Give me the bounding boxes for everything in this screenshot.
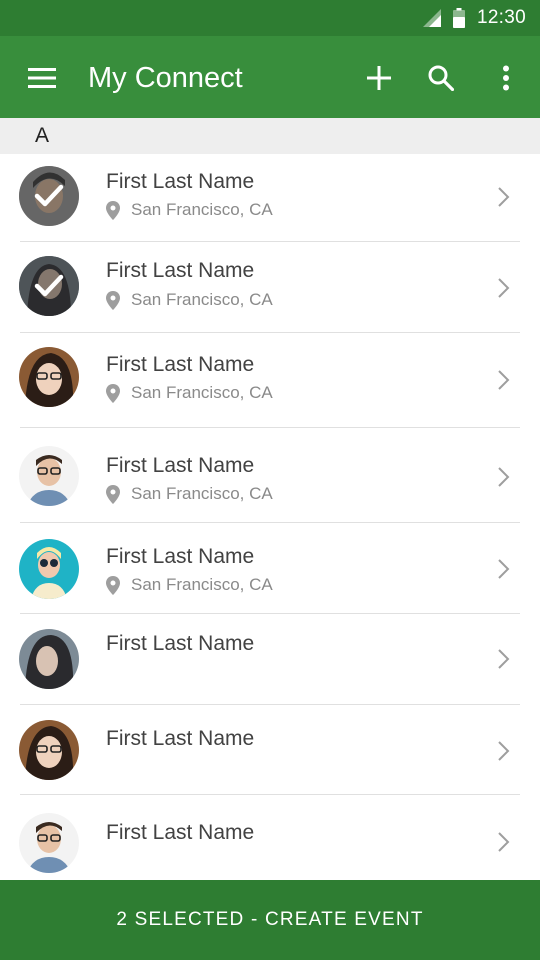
person-photo-icon: [19, 539, 79, 599]
location-text: San Francisco, CA: [131, 383, 273, 402]
contact-name: First Last Name: [106, 454, 255, 477]
contact-row[interactable]: First Last Name San Francisco, CA: [0, 242, 540, 333]
add-icon: [367, 66, 391, 90]
contact-location: San Francisco, CA: [106, 290, 273, 310]
search-icon: [428, 65, 454, 91]
location-text: San Francisco, CA: [131, 200, 273, 219]
check-icon: [34, 184, 64, 207]
app-title: My Connect: [88, 62, 243, 94]
chevron-right-icon: [498, 559, 510, 579]
contact-name: First Last Name: [106, 170, 255, 193]
contact-name: First Last Name: [106, 353, 255, 376]
location-text: San Francisco, CA: [131, 484, 273, 503]
contact-row[interactable]: First Last Name San Francisco, CA: [0, 333, 540, 428]
menu-button[interactable]: [22, 60, 62, 96]
signal-icon: [422, 9, 441, 27]
contact-location: San Francisco, CA: [106, 383, 273, 403]
chevron-right-icon: [498, 187, 510, 207]
avatar: [19, 256, 79, 316]
contact-row[interactable]: First Last Name San Francisco, CA: [0, 523, 540, 614]
avatar: [19, 629, 79, 689]
avatar: [19, 539, 79, 599]
location-pin-icon: [106, 200, 120, 220]
avatar: [19, 166, 79, 226]
app-bar: My Connect: [0, 36, 540, 118]
check-icon: [34, 274, 64, 297]
contact-row[interactable]: First Last Name: [0, 614, 540, 705]
chevron-right-icon: [498, 832, 510, 852]
person-photo-icon: [19, 347, 79, 407]
location-pin-icon: [106, 575, 120, 595]
menu-icon: [28, 68, 56, 88]
person-photo-icon: [19, 446, 79, 506]
contact-name: First Last Name: [106, 821, 255, 844]
create-event-button[interactable]: 2 SELECTED - CREATE EVENT: [0, 880, 540, 960]
more-options-button[interactable]: [486, 58, 526, 98]
person-photo-icon: [19, 629, 79, 689]
selected-check-overlay: [19, 256, 79, 316]
person-photo-icon: [19, 720, 79, 780]
status-bar: 12:30: [0, 0, 540, 36]
contact-row[interactable]: First Last Name: [0, 795, 540, 886]
contact-list: First Last Name San Francisco, CA First …: [0, 154, 540, 886]
contact-row[interactable]: First Last Name San Francisco, CA: [0, 154, 540, 242]
chevron-right-icon: [498, 741, 510, 761]
location-pin-icon: [106, 290, 120, 310]
location-text: San Francisco, CA: [131, 290, 273, 309]
location-pin-icon: [106, 484, 120, 504]
location-pin-icon: [106, 383, 120, 403]
contact-name: First Last Name: [106, 632, 255, 655]
section-header: A: [0, 118, 540, 154]
add-button[interactable]: [359, 58, 399, 98]
chevron-right-icon: [498, 370, 510, 390]
contact-name: First Last Name: [106, 727, 255, 750]
contact-row[interactable]: First Last Name: [0, 705, 540, 795]
location-text: San Francisco, CA: [131, 575, 273, 594]
avatar: [19, 813, 79, 873]
battery-icon: [452, 8, 465, 28]
person-photo-icon: [19, 813, 79, 873]
contact-name: First Last Name: [106, 545, 255, 568]
chevron-right-icon: [498, 467, 510, 487]
contact-location: San Francisco, CA: [106, 200, 273, 220]
status-time: 12:30: [476, 7, 526, 28]
chevron-right-icon: [498, 649, 510, 669]
chevron-right-icon: [498, 278, 510, 298]
contact-name: First Last Name: [106, 259, 255, 282]
selected-check-overlay: [19, 166, 79, 226]
contact-location: San Francisco, CA: [106, 575, 273, 595]
search-button[interactable]: [421, 58, 461, 98]
contact-location: San Francisco, CA: [106, 484, 273, 504]
avatar: [19, 347, 79, 407]
contact-row[interactable]: First Last Name San Francisco, CA: [0, 428, 540, 523]
more-vert-icon: [503, 65, 509, 91]
avatar: [19, 720, 79, 780]
avatar: [19, 446, 79, 506]
